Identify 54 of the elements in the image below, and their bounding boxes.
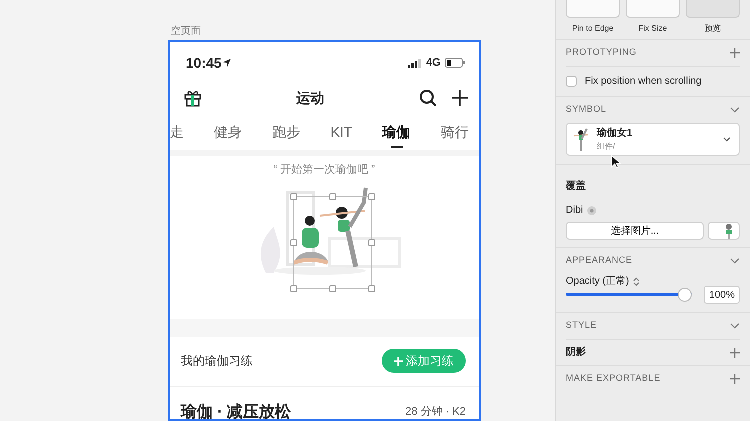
course-meta: 28 分钟 · K2 [405, 405, 466, 419]
resize-label: Pin to Edge [572, 23, 614, 35]
category-tab[interactable]: 瑜伽 [382, 118, 411, 152]
section-header: PROTOTYPING [566, 46, 637, 60]
opacity-value-field[interactable]: 100% [704, 286, 740, 304]
shadow-label: 阴影 [566, 346, 586, 360]
checkbox-label: Fix position when scrolling [585, 75, 702, 89]
opacity-slider[interactable] [566, 288, 692, 302]
search-icon[interactable] [419, 89, 437, 107]
section-header: STYLE [566, 319, 598, 332]
battery-icon [445, 58, 465, 68]
status-time: 10:45 [186, 54, 222, 72]
resize-label: 预览 [705, 23, 721, 35]
yoga-figure-thumbnail-icon [573, 128, 589, 152]
section-header: MAKE EXPORTABLE [566, 372, 661, 386]
course-title: 瑜伽 · 减压放松 [181, 402, 292, 419]
category-tab[interactable]: KIT [330, 118, 352, 147]
plus-icon[interactable] [451, 89, 469, 107]
section-header: APPEARANCE [566, 254, 633, 268]
network-label: 4G [426, 56, 441, 71]
chevron-down-icon[interactable] [730, 257, 740, 265]
empty-state-message: “ 开始第一次瑜伽吧 ” [272, 163, 376, 178]
category-tab[interactable]: 骑行 [440, 118, 469, 147]
selection-frame[interactable] [290, 193, 376, 292]
section-title: 我的瑜伽习练 [181, 353, 253, 370]
checkbox[interactable] [566, 76, 577, 87]
gift-icon [184, 89, 202, 107]
opacity-label: Opacity (正常) [566, 274, 630, 289]
overrides-title: 覆盖 [566, 179, 587, 194]
cursor-icon [611, 155, 621, 169]
category-tab[interactable]: 跑步 [272, 118, 300, 147]
symbol-path: 组件/ [597, 141, 616, 153]
resize-label: Fix Size [638, 23, 668, 35]
chevron-down-icon[interactable] [730, 322, 740, 330]
symbol-selector[interactable]: 瑜伽女1 组件/ [566, 123, 740, 156]
image-thumbnail[interactable] [708, 222, 740, 240]
category-tab[interactable]: 健身 [214, 118, 242, 147]
chevron-down-icon[interactable] [730, 106, 740, 114]
symbol-name: 瑜伽女1 [597, 126, 634, 141]
category-tab[interactable]: 走 [170, 118, 184, 147]
artboard-title: 空页面 [170, 26, 202, 39]
location-arrow-icon [222, 58, 232, 68]
stepper-icon[interactable] [633, 276, 640, 286]
override-layer-name: Dibi [566, 204, 584, 218]
nav-title: 运动 [296, 88, 326, 108]
add-icon[interactable] [730, 374, 740, 384]
choose-image-button[interactable]: 选择图片... [566, 222, 704, 240]
plus-icon [394, 356, 403, 366]
section-header: SYMBOL [566, 103, 607, 116]
signal-icon [408, 58, 422, 68]
chevron-down-icon [723, 136, 731, 142]
add-icon[interactable] [730, 348, 740, 358]
add-icon[interactable] [730, 48, 740, 58]
image-preview-drawing [726, 224, 732, 239]
